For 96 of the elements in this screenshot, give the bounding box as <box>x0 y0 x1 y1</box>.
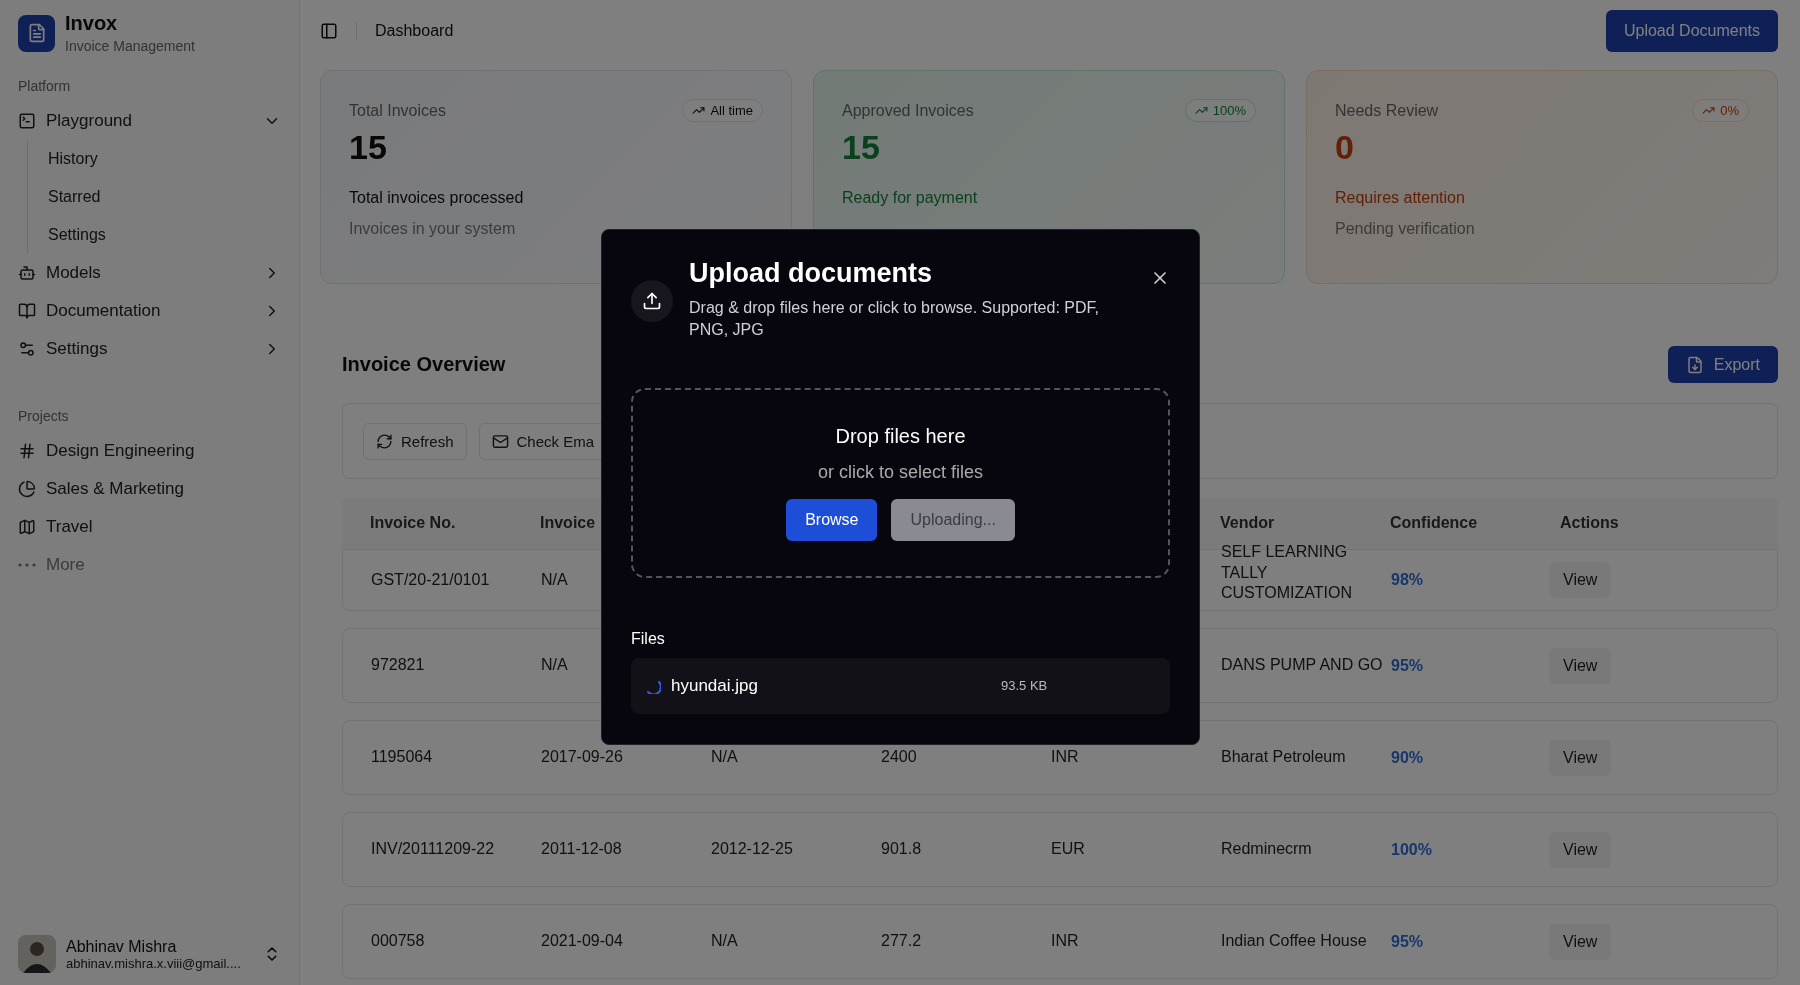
column-header: Invoice <box>540 514 597 532</box>
table-cell-text: 1195064 <box>371 747 434 768</box>
sidebar-section-title: Platform <box>18 78 72 94</box>
card-title: Approved Invoices <box>842 101 974 120</box>
sidebar-toggle-icon[interactable] <box>320 22 338 40</box>
more-icon <box>18 563 36 567</box>
sidebar-section-title: Projects <box>18 408 70 424</box>
dialog-title: Upload documents <box>689 258 933 289</box>
card-value: 15 <box>349 128 388 167</box>
section-title: Invoice Overview <box>342 353 506 376</box>
column-header: Actions <box>1560 514 1620 532</box>
card-value: 15 <box>842 128 881 167</box>
table-cell-text: SELF LEARNING TALLY CUSTOMIZATION <box>1221 541 1353 604</box>
export-button[interactable]: Export <box>1667 346 1778 383</box>
table-cell-text: EUR <box>1051 839 1086 860</box>
sidebar-item[interactable]: Sales & Marketing <box>46 479 281 499</box>
table-cell-text: 2400 <box>881 747 918 768</box>
nav-icon <box>18 302 36 320</box>
sidebar-item[interactable]: Settings <box>46 339 253 359</box>
table-cell-text: Redminecrm <box>1221 839 1313 860</box>
table-cell-text: 901.8 <box>881 839 923 860</box>
table-cell-text: 000758 <box>371 931 426 952</box>
view-button[interactable]: View <box>1549 739 1612 776</box>
user-avatar <box>18 935 56 973</box>
dialog-description: Drag & drop files here or click to browse. Supported: PDF, PNG, JPG <box>689 298 1100 341</box>
mail-icon <box>491 432 509 450</box>
nav-icon <box>18 518 36 536</box>
view-button[interactable]: View <box>1549 562 1612 598</box>
file-name: hyundai.jpg <box>671 675 759 696</box>
file-download-icon <box>1685 355 1704 374</box>
confidence-value: 98% <box>1391 571 1425 589</box>
table-cell-text: INR <box>1051 931 1080 952</box>
breadcrumb: Dashboard <box>356 22 1588 40</box>
card-note: Invoices in your system <box>349 220 517 238</box>
table-cell-text: Indian Coffee House <box>1221 931 1368 952</box>
column-header: Confidence <box>1390 514 1479 532</box>
card-value: 0 <box>1335 128 1355 167</box>
table-cell-text: 277.2 <box>881 931 923 952</box>
drop-title: Drop files here <box>835 424 966 448</box>
table-cell-text: INR <box>1051 747 1080 768</box>
sidebar-item[interactable]: Design Engineering <box>46 441 281 461</box>
table-cell-text: N/A <box>541 655 569 676</box>
sidebar-item[interactable]: Documentation <box>46 301 253 321</box>
confidence-value: 95% <box>1391 656 1425 675</box>
browse-button[interactable]: Browse <box>786 498 878 541</box>
table-cell-text: 972821 <box>371 655 426 676</box>
column-header: Invoice No. <box>370 514 457 532</box>
view-button[interactable]: View <box>1549 923 1612 960</box>
refresh-button[interactable]: Refresh <box>363 422 467 460</box>
confidence-value: 100% <box>1391 840 1433 859</box>
view-button[interactable]: View <box>1549 647 1612 684</box>
sidebar-subitem[interactable]: History <box>48 150 98 168</box>
table-cell-text: 2021-09-04 <box>541 931 624 952</box>
sidebar-subitem[interactable]: Starred <box>48 188 101 206</box>
app-subtitle: Invoice Management <box>65 38 195 54</box>
column-header: Vendor <box>1220 514 1276 532</box>
sidebar-item[interactable]: More <box>46 555 281 575</box>
file-size: 93.5 KB <box>1001 678 1048 694</box>
refresh-icon <box>376 432 393 450</box>
confidence-value: 95% <box>1391 932 1425 951</box>
card-caption: Requires attention <box>1335 189 1466 207</box>
table-cell-text: DANS PUMP AND GO <box>1221 655 1384 676</box>
upload-documents-button[interactable]: Upload Documents <box>1605 10 1778 52</box>
table-cell-text: INV/20111209-22 <box>371 839 496 860</box>
user-name: Abhinav Mishra <box>66 937 178 956</box>
nav-icon <box>18 340 36 358</box>
table-cell-text: Bharat Petroleum <box>1221 747 1347 768</box>
drop-hint: or click to select files <box>817 461 984 483</box>
view-button[interactable]: View <box>1549 831 1612 868</box>
nav-icon <box>18 442 36 460</box>
nav-icon <box>18 480 36 498</box>
sidebar-item[interactable]: Travel <box>46 517 281 537</box>
card-title: Total Invoices <box>349 101 446 120</box>
table-cell-text: 2011-12-08 <box>541 839 623 860</box>
card-title: Needs Review <box>1335 101 1439 120</box>
files-label: Files <box>631 629 666 648</box>
nav-icon <box>18 112 36 130</box>
app-logo-icon <box>18 14 55 52</box>
card-note: Pending verification <box>1335 220 1476 238</box>
sidebar-subitem[interactable]: Settings <box>48 226 106 244</box>
sidebar-item[interactable]: Models <box>46 263 253 283</box>
user-email: abhinav.mishra.x.viii@gmail.... <box>66 955 242 971</box>
card-caption: Ready for payment <box>842 189 979 207</box>
nav-icon <box>18 264 36 282</box>
confidence-value: 90% <box>1391 748 1425 767</box>
drop-zone[interactable]: Drop files here or click to select files Browse Uploading... <box>631 387 1170 578</box>
table-cell-text: 2012-12-25 <box>711 839 794 860</box>
table-cell-text: 2017-09-26 <box>541 747 624 768</box>
upload-icon <box>631 280 673 322</box>
table-cell-text: N/A <box>541 569 569 590</box>
table-cell-text: GST/20-21/0101 <box>371 569 491 590</box>
table-cell-text: N/A <box>711 747 739 768</box>
table-cell-text: N/A <box>711 931 739 952</box>
card-caption: Total invoices processed <box>349 189 525 207</box>
app-name: Invox <box>65 12 119 35</box>
sidebar-item[interactable]: Playground <box>46 111 253 131</box>
